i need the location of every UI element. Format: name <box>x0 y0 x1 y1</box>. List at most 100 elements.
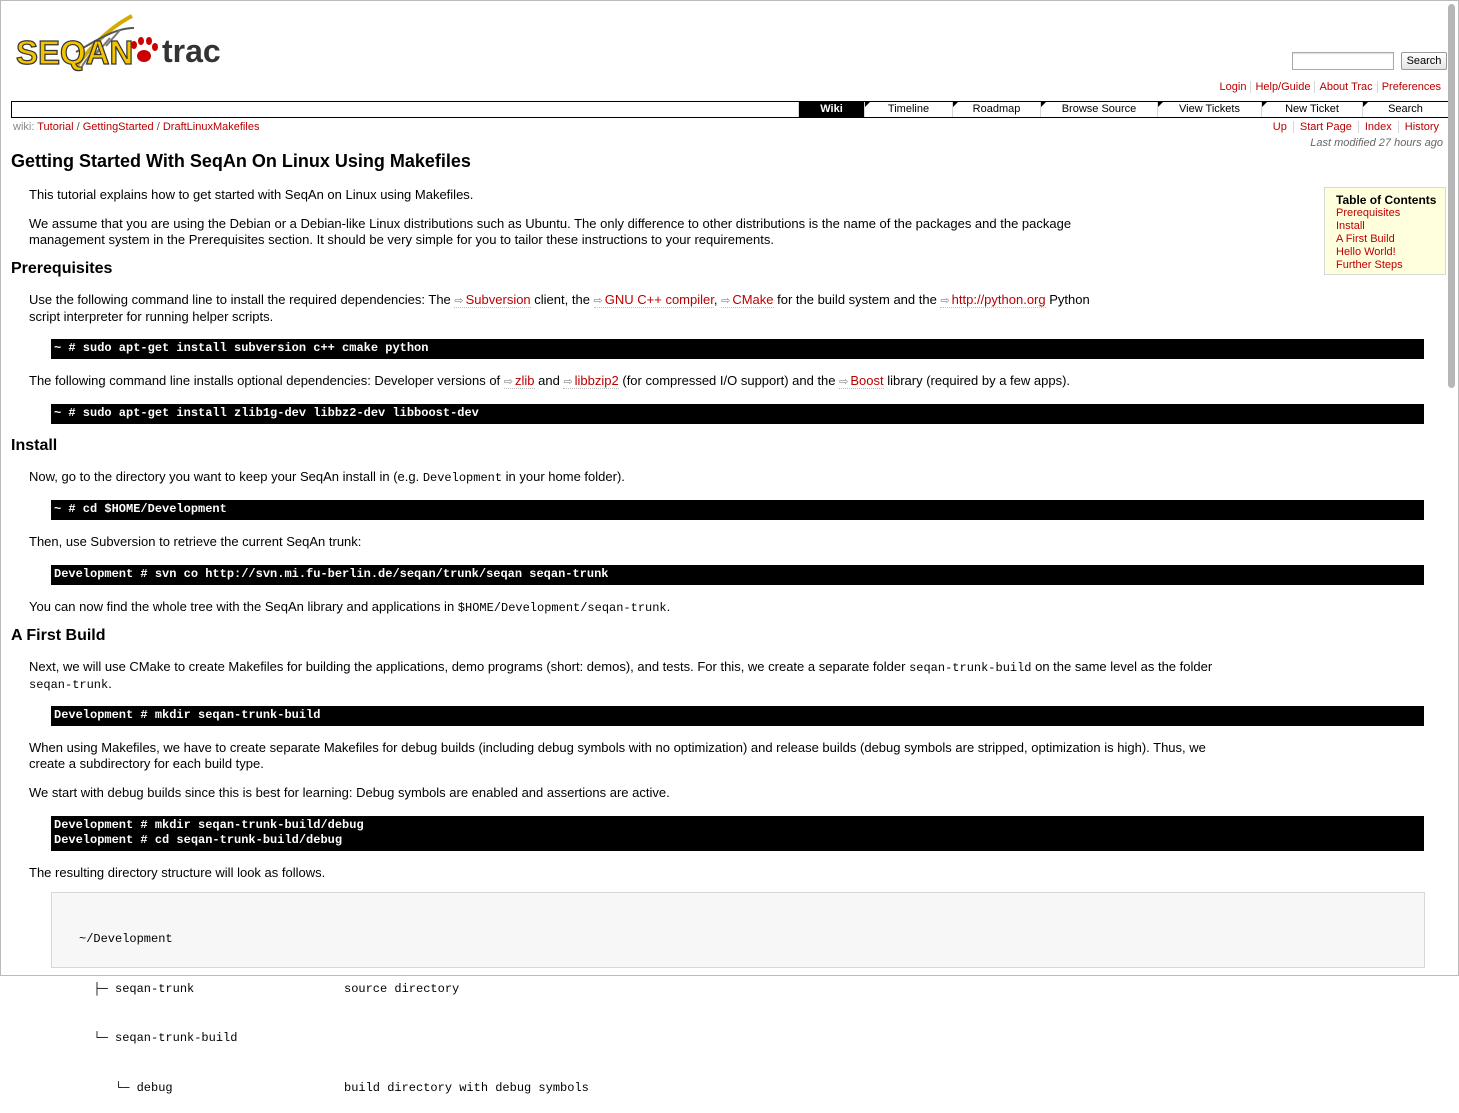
prereq-paragraph-1: Use the following command line to instal… <box>29 292 1309 325</box>
breadcrumb-draftlinuxmakefiles[interactable]: DraftLinuxMakefiles <box>163 121 260 133</box>
toc-item-install[interactable]: Install <box>1336 220 1445 233</box>
code-block: Development # mkdir seqan-trunk-build <box>51 706 1424 726</box>
tab-view-tickets[interactable]: View Tickets <box>1157 102 1261 117</box>
directory-tree-block: ~/Development ├─ seqan-trunk source direc… <box>51 892 1425 1095</box>
intro-paragraph-2-line-1: We assume that you are using the Debian … <box>29 216 1072 231</box>
intro-paragraph-2: We assume that you are using the Debian … <box>29 216 1309 248</box>
ctxtnav-history[interactable]: History <box>1397 121 1445 133</box>
text: Next, we will use CMake to create Makefi… <box>29 659 910 674</box>
text: Now, go to the directory you want to kee… <box>29 469 423 484</box>
link-boost[interactable]: ⇨ Boost <box>839 373 884 389</box>
ctxtnav-start-page[interactable]: Start Page <box>1292 121 1358 133</box>
tree-row: └─ seqan-trunk-build <box>79 1030 1424 1047</box>
last-modified: Last modified 27 hours ago <box>1310 137 1443 149</box>
tab-new-ticket-label: New Ticket <box>1285 103 1339 115</box>
metanav-login[interactable]: Login <box>1216 81 1251 93</box>
link-zlib-label: zlib <box>515 373 535 388</box>
tab-timeline-label: Timeline <box>887 103 930 115</box>
tab-roadmap-label: Roadmap <box>972 103 1021 115</box>
text: Use the following command line to instal… <box>29 292 455 307</box>
link-gnu-cpp-compiler[interactable]: ⇨ GNU C++ compiler <box>593 292 714 308</box>
logo-trac-text: trac <box>162 33 221 69</box>
heading-prerequisites: Prerequisites <box>11 260 113 277</box>
scrollbar-thumb[interactable] <box>1448 4 1455 388</box>
page-title: Getting Started With SeqAn On Linux Usin… <box>11 151 471 171</box>
ctxtnav-index[interactable]: Index <box>1357 121 1398 133</box>
tree-desc: source directory <box>344 981 460 996</box>
tree-name: ├─ seqan-trunk <box>79 981 195 996</box>
external-link-icon: ⇨ <box>503 376 513 388</box>
metanav: Login Help/Guide About Trac Preferences <box>1216 81 1445 93</box>
external-link-icon: ⇨ <box>593 295 603 307</box>
search-input[interactable] <box>1292 52 1394 70</box>
tab-browse-source-label: Browse Source <box>1061 103 1137 115</box>
tree-name: ~/Development <box>79 932 173 946</box>
link-cmake-label: CMake <box>732 292 774 307</box>
tab-timeline[interactable]: Timeline <box>864 102 952 117</box>
search-button[interactable]: Search <box>1401 52 1447 70</box>
toc-item-hello-world[interactable]: Hello World! <box>1336 246 1445 259</box>
ctxtnav-up[interactable]: Up <box>1267 121 1293 133</box>
tree-name: └─ seqan-trunk-build <box>79 1031 238 1045</box>
external-link-icon: ⇨ <box>721 295 731 307</box>
seqan-trac-logo[interactable]: SEQAN trac <box>15 12 228 84</box>
tree-row: ├─ seqan-trunk source directory <box>79 981 1424 998</box>
metanav-preferences[interactable]: Preferences <box>1376 81 1445 93</box>
logo-seqan-text: SEQAN <box>16 34 133 71</box>
link-libbzip2[interactable]: ⇨ libbzip2 <box>563 373 619 389</box>
tree-row: └─ debug build directory with debug symbo… <box>79 1080 1424 1097</box>
toc-title: Table of Contents <box>1336 193 1437 207</box>
text: Python <box>1045 292 1090 307</box>
link-zlib[interactable]: ⇨ zlib <box>503 373 535 389</box>
link-subversion[interactable]: ⇨ Subversion <box>454 292 531 308</box>
inline-code: seqan-trunk <box>29 678 109 692</box>
breadcrumb: wiki: Tutorial / GettingStarted / DraftL… <box>13 121 259 133</box>
build-paragraph-2: When using Makefiles, we have to create … <box>29 740 1429 772</box>
install-paragraph-1: Now, go to the directory you want to kee… <box>29 469 1429 486</box>
text: The following command line installs opti… <box>29 373 504 388</box>
code-line: Development # mkdir seqan-trunk-build/de… <box>54 818 364 832</box>
breadcrumb-tutorial[interactable]: Tutorial <box>37 121 73 133</box>
heading-install: Install <box>11 437 58 454</box>
link-cmake[interactable]: ⇨ CMake <box>721 292 774 308</box>
text: . <box>666 599 671 614</box>
inline-code: seqan-trunk-build <box>909 661 1032 675</box>
text: create a subdirectory for each build typ… <box>29 756 264 771</box>
link-boost-label: Boost <box>850 373 884 388</box>
prereq-paragraph-2: The following command line installs opti… <box>29 373 1429 390</box>
breadcrumb-separator: / <box>156 121 160 133</box>
toc-item-further-steps[interactable]: Further Steps <box>1336 259 1445 272</box>
text: script interpreter for running helper sc… <box>29 309 274 324</box>
intro-paragraph-2-line-2: management system in the Prerequisites s… <box>29 232 774 247</box>
tab-search-label: Search <box>1388 103 1423 115</box>
tab-search[interactable]: Search <box>1362 102 1448 117</box>
install-paragraph-3: You can now find the whole tree with the… <box>29 599 1429 616</box>
toc-item-prerequisites[interactable]: Prerequisites <box>1336 207 1445 220</box>
intro-paragraph-1: This tutorial explains how to get starte… <box>29 187 474 202</box>
tab-new-ticket[interactable]: New Ticket <box>1261 102 1362 117</box>
code-block: ~ # sudo apt-get install subversion c++ … <box>51 339 1424 359</box>
code-line: Development # cd seqan-trunk-build/debug <box>54 833 343 847</box>
tab-view-tickets-label: View Tickets <box>1179 103 1240 115</box>
code-block: Development # mkdir seqan-trunk-build/de… <box>51 816 1424 851</box>
metanav-help[interactable]: Help/Guide <box>1250 81 1314 93</box>
text: for the build system and the <box>773 292 941 307</box>
tab-roadmap[interactable]: Roadmap <box>952 102 1040 117</box>
link-gcc-label: GNU C++ compiler <box>604 292 714 307</box>
tab-browse-source[interactable]: Browse Source <box>1040 102 1157 117</box>
tab-wiki[interactable]: Wiki <box>798 102 864 117</box>
inline-code: Development <box>422 471 503 485</box>
breadcrumb-gettingstarted[interactable]: GettingStarted <box>83 121 154 133</box>
context-navigation: Up Start Page Index History <box>1267 121 1445 133</box>
link-libbzip2-label: libbzip2 <box>574 373 619 388</box>
paw-icon <box>131 37 158 62</box>
tree-desc: build directory with debug symbols <box>344 1080 589 1095</box>
toc-item-a-first-build[interactable]: A First Build <box>1336 233 1445 246</box>
link-python[interactable]: ⇨ http://python.org <box>940 292 1046 308</box>
install-paragraph-2: Then, use Subversion to retrieve the cur… <box>29 534 362 549</box>
metanav-about[interactable]: About Trac <box>1314 81 1376 93</box>
text: in your home folder). <box>502 469 625 484</box>
vertical-scrollbar[interactable] <box>1447 2 1456 974</box>
text: . <box>108 676 112 691</box>
link-python-label: http://python.org <box>951 292 1046 307</box>
